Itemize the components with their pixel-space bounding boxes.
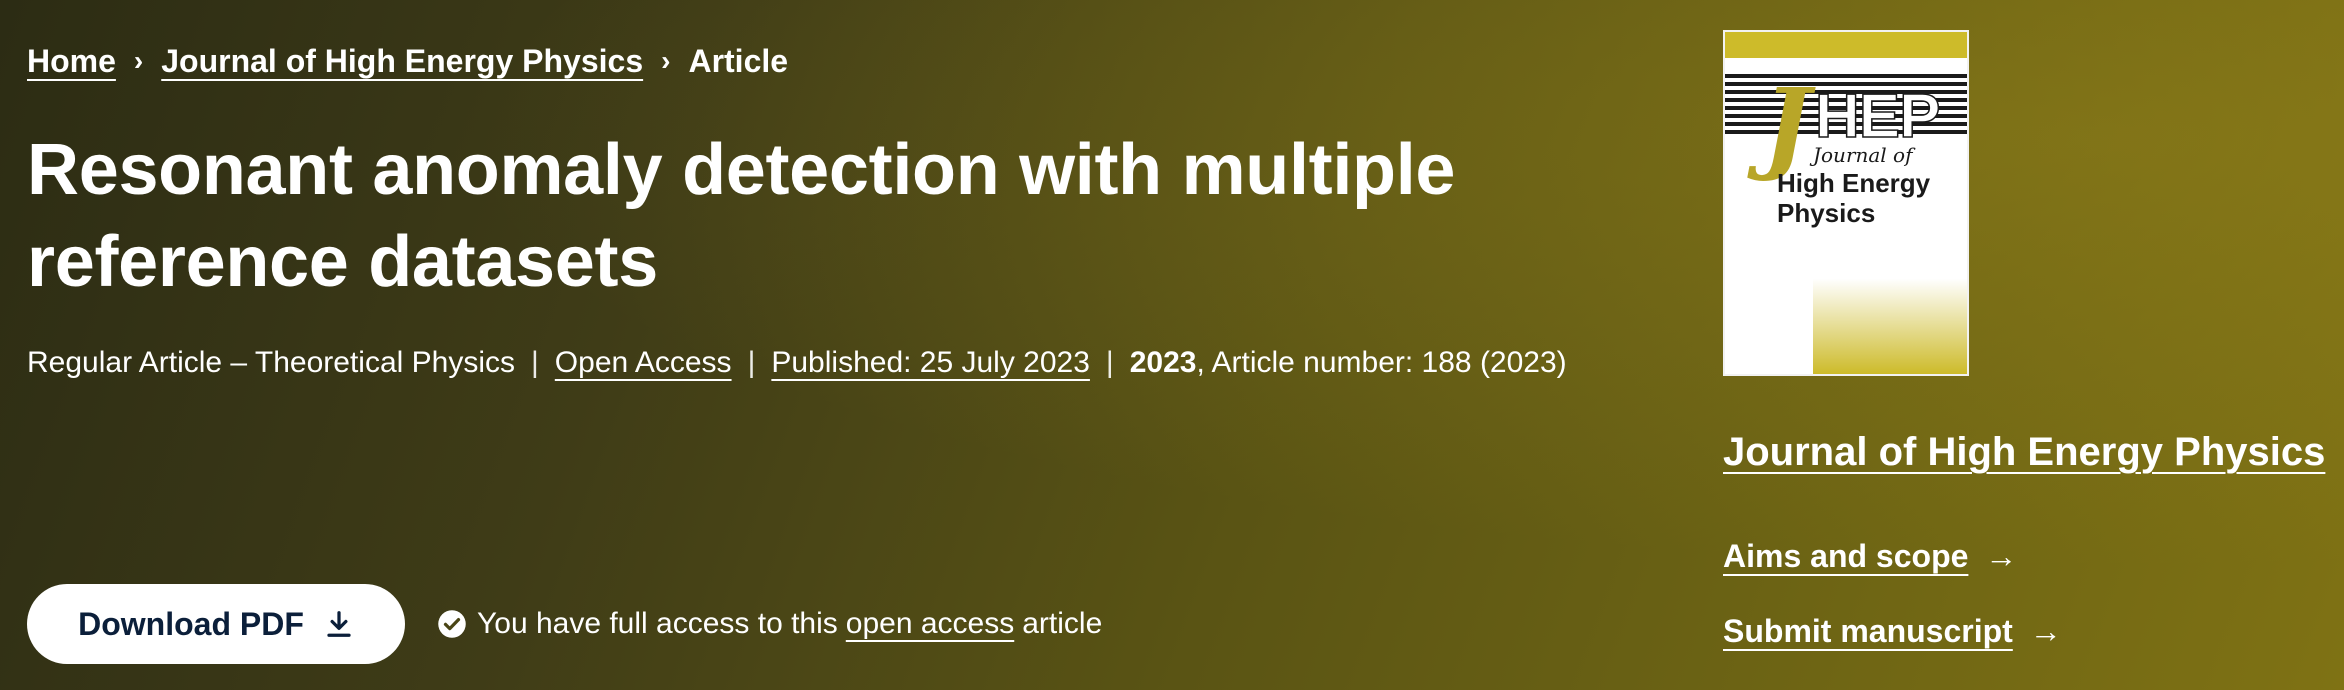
svg-text:Journal of: Journal of bbox=[1809, 143, 1916, 167]
download-icon bbox=[327, 611, 351, 637]
journal-cover-image[interactable]: J HEP Journal of High Energy Physics bbox=[1723, 30, 1969, 376]
svg-text:HEP: HEP bbox=[1815, 82, 1939, 151]
article-year: 2023 bbox=[1129, 346, 1197, 379]
breadcrumb: Home › Journal of High Energy Physics › … bbox=[27, 36, 1667, 86]
article-hero: Home › Journal of High Energy Physics › … bbox=[0, 0, 2344, 690]
journal-title-link[interactable]: Journal of High Energy Physics bbox=[1723, 430, 2325, 475]
article-type: Regular Article – Theoretical Physics bbox=[27, 346, 515, 379]
aims-and-scope-link[interactable]: Aims and scope bbox=[1723, 538, 1968, 574]
breadcrumb-current: Article bbox=[688, 42, 789, 79]
open-access-info-link[interactable]: open access bbox=[846, 607, 1014, 641]
submit-manuscript-link-row: Submit manuscript → bbox=[1723, 613, 2062, 650]
article-meta: Regular Article – Theoretical Physics | … bbox=[27, 346, 1667, 380]
aims-and-scope-link-row: Aims and scope → bbox=[1723, 538, 2017, 575]
arrow-right-icon: → bbox=[1985, 538, 2018, 574]
access-text-suffix: article bbox=[1022, 607, 1103, 640]
meta-divider: | bbox=[1105, 346, 1114, 379]
access-status: You have full access to this open access… bbox=[437, 607, 1102, 641]
download-pdf-label: Download PDF bbox=[78, 605, 304, 642]
access-text: You have full access to this bbox=[477, 607, 838, 640]
journal-cover-art: J HEP Journal of High Energy Physics bbox=[1725, 32, 1967, 374]
meta-divider: | bbox=[531, 346, 539, 379]
svg-text:High Energy: High Energy bbox=[1777, 168, 1931, 198]
breadcrumb-separator: › bbox=[133, 45, 144, 76]
published-date-link[interactable]: Published: 25 July 2023 bbox=[771, 346, 1090, 380]
article-header: Home › Journal of High Energy Physics › … bbox=[27, 36, 1667, 380]
article-actions: Download PDF You have full access to thi… bbox=[27, 584, 1102, 664]
meta-divider: | bbox=[747, 346, 756, 379]
article-title: Resonant anomaly detection with multiple… bbox=[27, 130, 1456, 302]
download-pdf-button[interactable]: Download PDF bbox=[27, 584, 405, 664]
arrow-right-icon: → bbox=[2029, 613, 2062, 649]
article-number: , Article number: 188 (2023) bbox=[1196, 346, 1567, 379]
breadcrumb-home[interactable]: Home bbox=[27, 43, 116, 80]
svg-text:Physics: Physics bbox=[1777, 198, 1875, 228]
submit-manuscript-link[interactable]: Submit manuscript bbox=[1723, 613, 2013, 649]
check-circle-icon bbox=[438, 610, 466, 638]
breadcrumb-journal[interactable]: Journal of High Energy Physics bbox=[161, 43, 643, 80]
breadcrumb-separator: › bbox=[661, 45, 671, 76]
open-access-link[interactable]: Open Access bbox=[555, 346, 732, 380]
